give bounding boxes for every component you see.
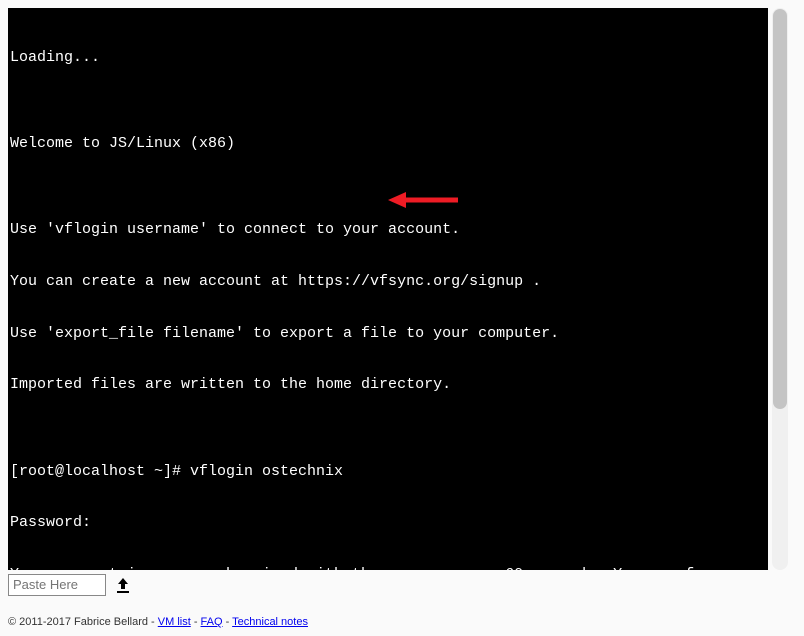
terminal-line: Your account is now synchronized with th… (10, 566, 766, 570)
terminal-line: [root@localhost ~]# vflogin ostechnix (10, 463, 766, 480)
paste-input[interactable] (8, 574, 106, 596)
annotation-arrow-icon (388, 188, 458, 212)
terminal-line: Welcome to JS/Linux (x86) (10, 135, 766, 152)
terminal-line: You can create a new account at https://… (10, 273, 766, 290)
bottom-bar (8, 574, 796, 596)
terminal-line: Password: (10, 514, 766, 531)
footer-copyright: © 2011-2017 Fabrice Bellard - (8, 616, 158, 628)
upload-icon[interactable] (114, 576, 132, 594)
terminal-line: Loading... (10, 49, 766, 66)
footer-link-vmlist[interactable]: VM list (158, 616, 191, 628)
terminal-line: Use 'vflogin username' to connect to you… (10, 221, 766, 238)
terminal-line: Imported files are written to the home d… (10, 376, 766, 393)
footer-link-faq[interactable]: FAQ (201, 616, 223, 628)
footer-link-technotes[interactable]: Technical notes (232, 616, 308, 628)
footer: © 2011-2017 Fabrice Bellard - VM list - … (8, 616, 796, 628)
scrollbar[interactable] (772, 8, 788, 570)
terminal-line: Use 'export_file filename' to export a f… (10, 325, 766, 342)
terminal-output[interactable]: Loading... Welcome to JS/Linux (x86) Use… (8, 8, 768, 570)
scrollbar-thumb[interactable] (773, 9, 787, 409)
